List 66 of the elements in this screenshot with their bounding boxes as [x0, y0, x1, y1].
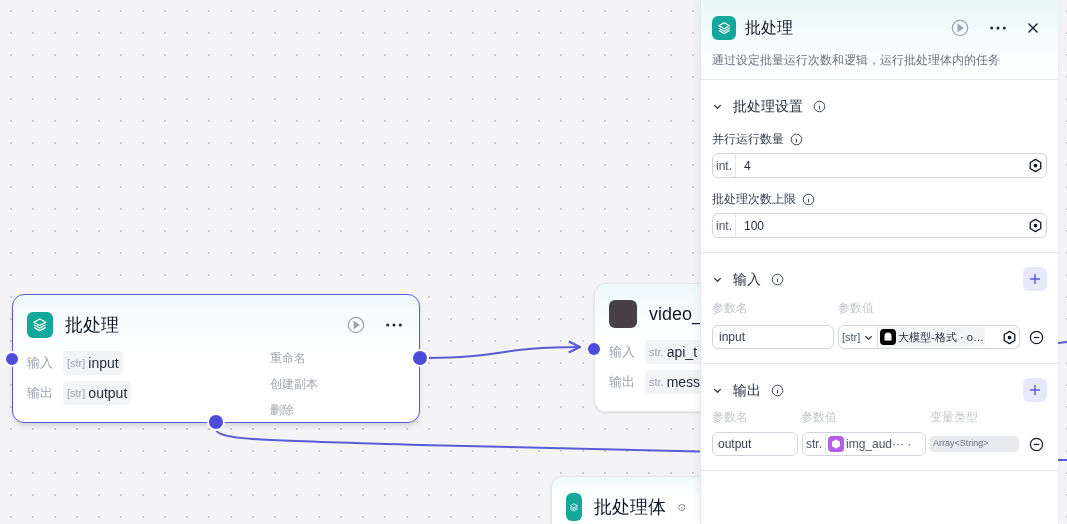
layers-icon: [712, 16, 736, 40]
variable-picker-icon[interactable]: [1002, 329, 1017, 345]
type-label: [str]: [67, 355, 86, 371]
node-title: 批处理体: [594, 495, 667, 519]
type-label: int.: [713, 214, 736, 237]
info-icon[interactable]: [802, 192, 815, 206]
section-title: 输出: [733, 380, 761, 400]
node-title: video_: [649, 302, 703, 327]
type-label: str.: [649, 344, 664, 360]
panel-title: 批处理: [745, 18, 793, 38]
info-icon[interactable]: [771, 272, 784, 286]
more-icon[interactable]: [385, 322, 403, 328]
column-header: 参数名: [712, 409, 749, 426]
info-icon[interactable]: [771, 383, 784, 397]
column-header: 参数名: [712, 300, 749, 317]
cube-icon: [828, 436, 844, 452]
plus-icon: [1029, 273, 1041, 285]
panel-description: 通过设定批量运行次数和逻辑，运行批处理体内的任务: [712, 52, 1001, 69]
port-label: 输入: [609, 343, 635, 362]
reference-chip[interactable]: img_aud··· ·: [827, 434, 913, 454]
ghost-icon: [880, 329, 897, 345]
variable-name: api_t: [666, 342, 698, 362]
variable-name: mess: [666, 372, 701, 392]
type-label: str.: [803, 433, 826, 455]
node-card[interactable]: 批处理体: [551, 476, 700, 524]
type-label: [str]: [67, 385, 86, 401]
node-title: 批处理: [65, 313, 119, 337]
node-card[interactable]: video_ 输入 str. api_t 输出 str. mess: [594, 283, 700, 412]
field-label: 并行运行数量: [712, 131, 784, 148]
connector: [1057, 341, 1067, 344]
layers-icon: [27, 312, 53, 338]
type-label: str.: [649, 374, 664, 390]
number-field[interactable]: int. 4: [712, 153, 1047, 178]
add-button[interactable]: [1023, 267, 1047, 291]
add-button[interactable]: [1023, 378, 1047, 402]
number-field[interactable]: int. 100: [712, 213, 1047, 238]
port-label: 输出: [27, 384, 53, 403]
variable-picker-icon[interactable]: [1028, 158, 1043, 173]
info-icon[interactable]: [790, 132, 803, 146]
port-label: 输入: [27, 354, 53, 373]
remove-icon[interactable]: [1029, 436, 1044, 452]
value-field[interactable]: str. img_aud··· ·: [802, 432, 926, 456]
value-field[interactable]: [str] 大模型-格式 · o…: [838, 325, 1020, 349]
field-value: 4: [743, 157, 752, 175]
info-icon[interactable]: [813, 99, 826, 113]
type-select[interactable]: [str]: [839, 326, 879, 348]
remove-icon[interactable]: [1029, 329, 1044, 345]
name-field[interactable]: input: [712, 325, 834, 349]
field-label: 批处理次数上限: [712, 191, 796, 208]
type-label: int.: [713, 154, 736, 177]
more-icon[interactable]: [989, 25, 1007, 31]
section-title: 输入: [733, 269, 761, 289]
reference-chip[interactable]: 大模型-格式 · o…: [879, 327, 985, 347]
variable-name: input: [88, 353, 119, 373]
field-value: 100: [743, 217, 766, 235]
variable-name: output: [88, 383, 128, 403]
type-tag: Array<String>: [930, 436, 1019, 452]
plus-icon: [1029, 384, 1041, 396]
section-title: 批处理设置: [733, 96, 803, 116]
avatar-placeholder: [609, 300, 637, 328]
variable-picker-icon[interactable]: [1028, 218, 1043, 233]
connector: [1057, 459, 1067, 461]
layers-icon: [566, 493, 583, 521]
name-field[interactable]: output: [712, 432, 798, 456]
close-icon[interactable]: [1027, 22, 1039, 34]
port-label: 输出: [609, 373, 635, 392]
